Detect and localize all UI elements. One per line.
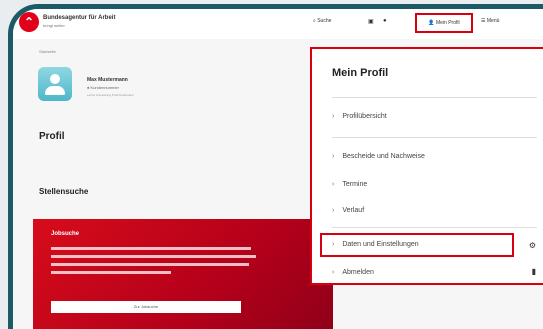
mein-profil-dropdown: Mein Profil › Profilübersicht › Bescheide … (310, 47, 543, 285)
chevron-right-icon: › (332, 113, 335, 120)
chat-icon[interactable]: ▣ (368, 18, 374, 25)
menu-item-termine[interactable]: › Termine (332, 181, 532, 188)
device-screen: ⌃ Bundesagentur für Arbeit bringt weiter… (8, 4, 543, 329)
menu-label: Menü (486, 18, 500, 24)
divider (332, 137, 537, 138)
menu-item-label: Profilübersicht (342, 113, 387, 120)
user-meta-links[interactable]: Letzte Anmeldung Profil bearbeiten (87, 93, 134, 97)
jobsuche-title: Jobsuche (51, 231, 80, 237)
jobsuche-text-line (51, 271, 171, 274)
section-heading-profil: Profil (39, 131, 65, 142)
breadcrumb[interactable]: Startseite (39, 49, 56, 54)
user-customer-number: ● Kundennummer (87, 85, 119, 90)
avatar-body-shape (45, 86, 65, 95)
jobsuche-text-line (51, 263, 249, 266)
brand-subtitle: bringt weiter (43, 23, 65, 28)
search-icon: ⌕ (313, 18, 316, 24)
menu-item-label: Abmelden (342, 269, 374, 276)
section-heading-stellensuche: Stellensuche (39, 187, 89, 196)
menu-item-label: Daten und Einstellungen (342, 241, 419, 248)
menu-item-label: Verlauf (342, 207, 365, 214)
user-name: Max Mustermann (87, 77, 128, 83)
menu-icon: ☰ (481, 18, 486, 24)
menu-item-bescheide[interactable]: › Bescheide und Nachweise (332, 153, 532, 160)
chevron-right-icon: › (332, 153, 335, 160)
menu-item-verlauf[interactable]: › Verlauf (332, 207, 532, 214)
jobsuche-text-line (51, 255, 256, 258)
chevron-right-icon: › (332, 181, 335, 188)
profile-label: Mein Profil (436, 20, 460, 26)
chevron-right-icon: › (332, 269, 335, 276)
bell-icon[interactable]: ● (383, 18, 387, 24)
jobsuche-button[interactable]: Zur Jobsuche (51, 301, 241, 313)
divider (332, 227, 537, 228)
chevron-right-icon: › (332, 241, 335, 248)
menu-item-label: Termine (342, 181, 368, 188)
menu-item-profiluebersicht[interactable]: › Profilübersicht (332, 113, 532, 120)
menu-item-abmelden[interactable]: › Abmelden (332, 269, 532, 276)
dropdown-title: Mein Profil (332, 67, 389, 79)
jobsuche-card: Jobsuche Zur Jobsuche (33, 219, 333, 329)
avatar-head-shape (50, 74, 60, 84)
divider (332, 97, 537, 98)
search-label: Suche (317, 18, 332, 24)
avatar (38, 67, 72, 101)
menu-button[interactable]: ☰ Menü (481, 18, 499, 24)
gear-icon: ⚙ (528, 241, 536, 250)
menu-item-daten-einstellungen[interactable]: › Daten und Einstellungen (332, 241, 532, 248)
chevron-right-icon: › (332, 207, 335, 214)
ba-logo-icon[interactable]: ⌃ (19, 12, 39, 32)
mein-profil-button[interactable]: 👤 Mein Profil (415, 13, 473, 33)
search-button[interactable]: ⌕ Suche (313, 18, 331, 24)
menu-item-label: Bescheide und Nachweise (342, 153, 425, 160)
jobsuche-text-line (51, 247, 251, 250)
app-frame: ⌃ Bundesagentur für Arbeit bringt weiter… (0, 0, 543, 329)
logout-icon: ▮ (531, 267, 536, 276)
user-icon: 👤 (428, 20, 435, 26)
top-navigation: ⌃ Bundesagentur für Arbeit bringt weiter… (13, 9, 543, 40)
brand-name: Bundesagentur für Arbeit (43, 15, 116, 21)
